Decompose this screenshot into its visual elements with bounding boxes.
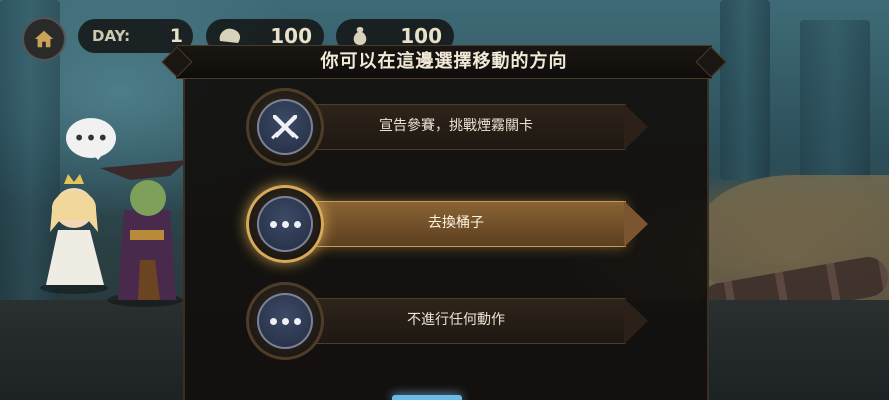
option-icon-frame (246, 282, 324, 360)
crossed-swords-icon (271, 115, 299, 140)
dialog-title-bar: 你可以在這邊選擇移動的方向 (176, 45, 712, 79)
option-icon-frame (246, 185, 324, 263)
option-label: 去換桶子 (428, 215, 484, 231)
option-swap-barrel[interactable]: 去換桶子 (246, 185, 658, 263)
option-label: 宣告參賽，挑戰煙霧關卡 (379, 118, 533, 134)
home-icon (34, 30, 54, 48)
option-challenge-smoke-stage[interactable]: 宣告參賽，挑戰煙霧關卡 (246, 88, 658, 166)
bottom-button-edge[interactable] (392, 395, 462, 400)
day-value: 1 (169, 25, 183, 47)
home-button[interactable] (22, 17, 66, 61)
dialog-title: 你可以在這邊選擇移動的方向 (320, 51, 568, 72)
ellipsis-icon (269, 317, 301, 325)
option-label: 不進行任何動作 (407, 312, 505, 328)
option-icon-frame (246, 88, 324, 166)
goblin-character (100, 160, 188, 307)
day-label: DAY: (92, 27, 131, 45)
ellipsis-icon (269, 220, 301, 228)
option-do-nothing[interactable]: 不進行任何動作 (246, 282, 658, 360)
